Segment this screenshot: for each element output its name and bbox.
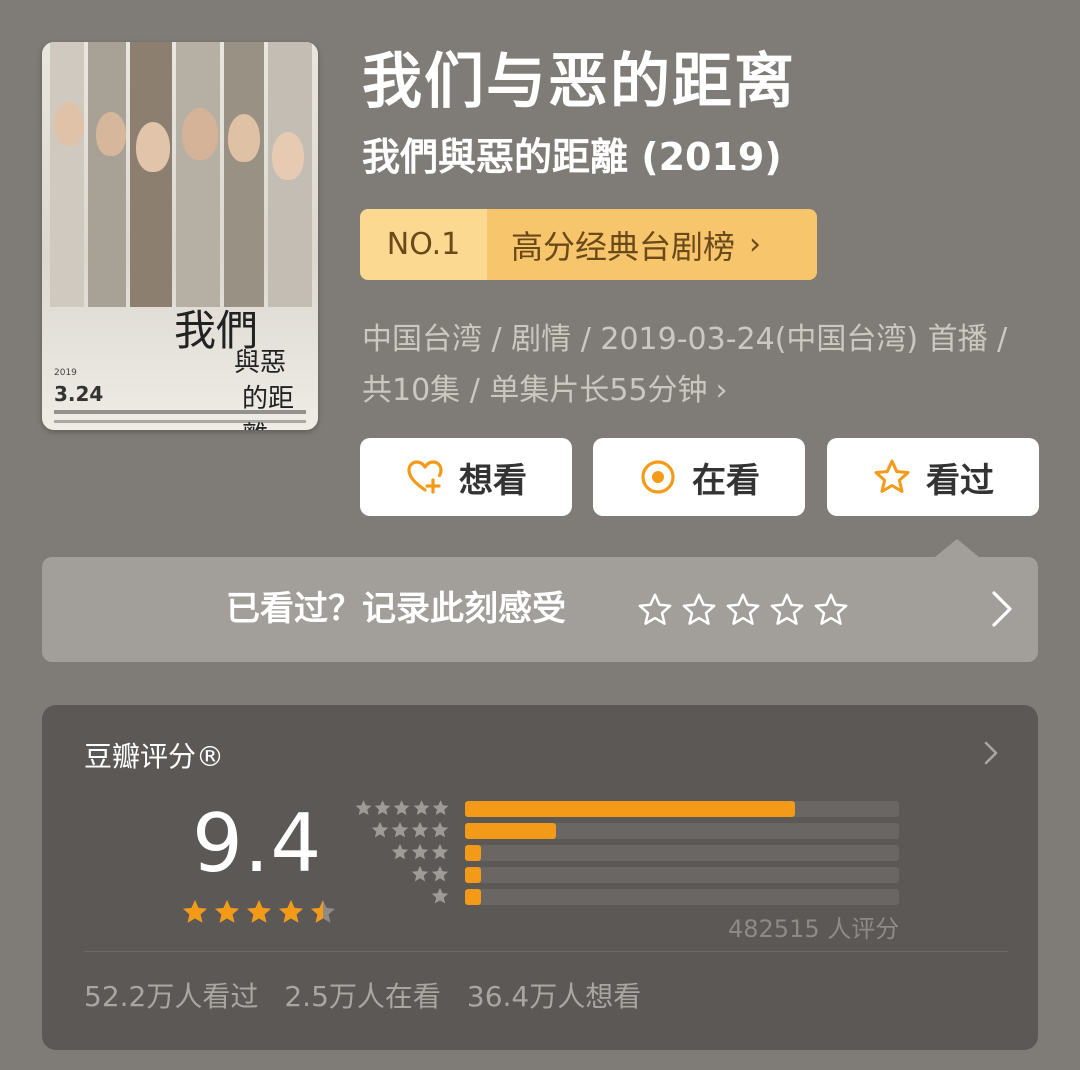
star-outline-icon[interactable] — [812, 591, 850, 629]
rate-prompt[interactable]: 已看过？记录此刻感受 — [42, 539, 1038, 662]
score-star-icon — [279, 900, 303, 923]
distribution-stars — [354, 886, 450, 908]
poster-strip — [50, 42, 84, 307]
distribution-star-icon — [432, 866, 448, 882]
distribution-star-icon — [432, 888, 448, 904]
score-star-icon — [215, 900, 239, 923]
distribution-star-icon — [412, 822, 428, 838]
watching-label: 在看 — [692, 460, 760, 501]
want-button[interactable]: 想看 — [360, 438, 572, 516]
distribution-bar-track — [465, 845, 899, 861]
score-star-icon — [247, 900, 271, 923]
poster-strip — [176, 42, 220, 307]
star-outline-icon[interactable] — [680, 591, 718, 629]
heart-plus-icon — [405, 457, 445, 497]
star-outline-icon[interactable] — [768, 591, 806, 629]
distribution-stars — [354, 864, 450, 886]
star-outline-icon[interactable] — [636, 591, 674, 629]
distribution-bar-3-star — [465, 845, 481, 861]
distribution-star-icon — [413, 800, 429, 815]
meta-line-2: 共10集 / 单集片长55分钟 › — [362, 365, 1042, 416]
rank-number: NO.1 — [360, 209, 487, 280]
poster-face — [272, 132, 304, 180]
distribution-bar-4-star — [465, 823, 557, 839]
distribution-star-icon — [392, 844, 408, 860]
poster-year: 2019 — [54, 368, 77, 378]
distribution-star-icon — [432, 822, 448, 838]
rank-list-label: 高分经典台剧榜 — [511, 227, 736, 266]
score-star-icon — [311, 900, 335, 923]
stat-watched: 52.2万人看过 — [84, 980, 259, 1013]
score-star-icon — [183, 900, 207, 923]
star-outline-icon[interactable] — [724, 591, 762, 629]
poster-strip — [88, 42, 126, 307]
rank-badge[interactable]: NO.1 高分经典台剧榜 › — [360, 209, 817, 280]
target-icon — [638, 457, 678, 497]
distribution-bar-track — [465, 867, 899, 883]
chevron-right-icon — [984, 741, 998, 765]
distribution-stars — [354, 842, 450, 864]
distribution-bar-track — [465, 889, 899, 905]
meta-line-1: 中国台湾 / 剧情 / 2019-03-24(中国台湾) 首播 / — [362, 322, 1008, 357]
poster-strip — [130, 42, 172, 307]
star-icon — [872, 457, 912, 497]
poster-date: 3.24 — [54, 382, 104, 406]
distribution-star-icon — [432, 800, 449, 815]
rating-stats: 52.2万人看过 2.5万人在看 36.4万人想看 — [84, 975, 641, 1015]
poster-credits — [54, 410, 306, 414]
want-label: 想看 — [459, 460, 527, 501]
poster-image[interactable]: 我們 與惡 的距離 2019 3.24 — [42, 42, 318, 430]
distribution-star-icon — [412, 866, 428, 882]
tooltip-pointer — [935, 539, 979, 557]
chevron-right-icon — [992, 591, 1012, 627]
distribution-star-icon — [432, 844, 448, 860]
distribution-star-icon — [394, 800, 410, 815]
rating-count: 482515 人评分 — [728, 915, 900, 943]
poster-face — [96, 112, 126, 156]
distribution-star-icon — [372, 822, 388, 838]
chevron-right-icon: › — [749, 227, 762, 262]
stat-want: 36.4万人想看 — [466, 980, 642, 1013]
show-meta[interactable]: 中国台湾 / 剧情 / 2019-03-24(中国台湾) 首播 / 共10集 /… — [362, 314, 1042, 416]
page-title: 我们与恶的距离 — [362, 47, 796, 117]
page-subtitle: 我們與惡的距離 (2019) — [362, 135, 782, 179]
poster-credits — [54, 420, 306, 423]
distribution-bar-1-star — [465, 889, 481, 905]
rating-card[interactable]: 豆瓣评分® 9.4 482515 人评分 52.2万人看过 2.5万人在看 36… — [42, 705, 1038, 1050]
rating-header: 豆瓣评分® — [84, 740, 225, 773]
poster-title-2: 與惡 — [234, 348, 287, 378]
poster-face — [228, 114, 260, 162]
poster-strip — [224, 42, 264, 307]
rating-score: 9.4 — [192, 797, 323, 890]
watched-label: 看过 — [926, 460, 994, 501]
poster-face — [182, 108, 218, 160]
distribution-bar-5-star — [465, 801, 795, 817]
rank-list: 高分经典台剧榜 › — [487, 209, 817, 280]
stat-watching: 2.5万人在看 — [284, 980, 441, 1013]
watching-button[interactable]: 在看 — [593, 438, 805, 516]
rating-stars — [180, 897, 338, 927]
distribution-bar-2-star — [465, 867, 481, 883]
distribution-bar-track — [465, 801, 899, 817]
distribution-stars — [354, 820, 450, 842]
poster-face — [136, 122, 170, 172]
distribution-star-icon — [355, 800, 372, 815]
distribution-bar-track — [465, 823, 899, 839]
poster-face — [54, 102, 84, 146]
divider — [84, 951, 1008, 952]
rate-prompt-text: 已看过？记录此刻感受 — [226, 589, 566, 629]
chevron-right-icon: › — [715, 373, 728, 408]
rate-stars[interactable] — [636, 591, 850, 629]
watched-button[interactable]: 看过 — [827, 438, 1039, 516]
distribution-star-icon — [375, 800, 391, 815]
distribution-stars — [354, 798, 450, 820]
distribution-star-icon — [392, 822, 408, 838]
distribution-star-icon — [412, 844, 428, 860]
meta-line-2-text: 共10集 / 单集片长55分钟 — [362, 373, 708, 408]
